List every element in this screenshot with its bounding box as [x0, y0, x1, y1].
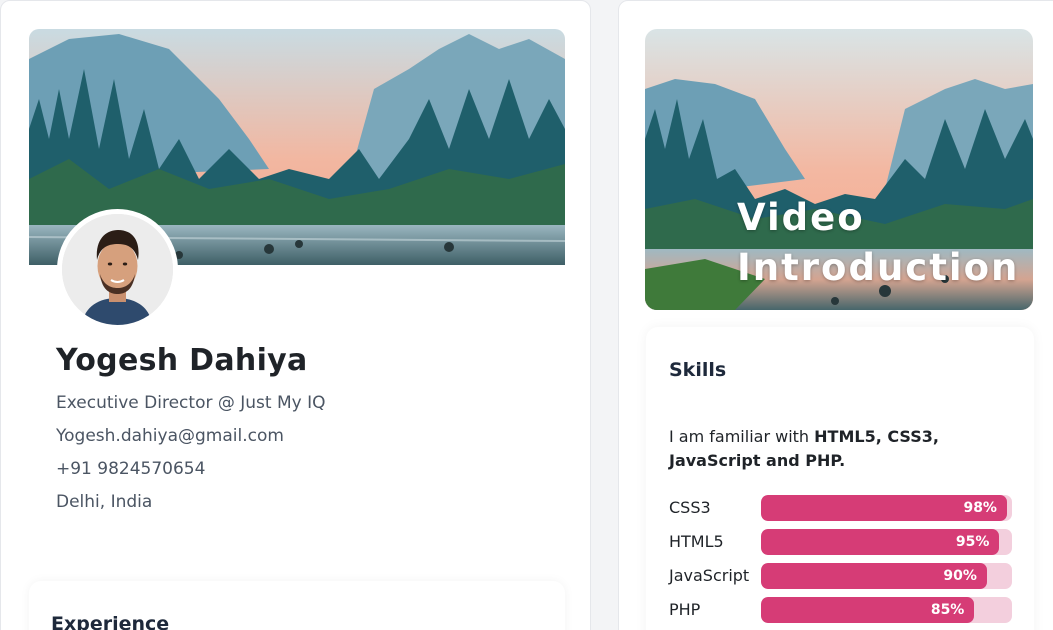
- skill-bar-fill: 98%: [761, 495, 1007, 521]
- skill-bar-track: 95%: [761, 529, 1012, 555]
- skills-card: Skills I am familiar with HTML5, CSS3, J…: [646, 327, 1034, 630]
- skill-bar-fill: 85%: [761, 597, 975, 623]
- skill-bar-track: 85%: [761, 597, 1012, 623]
- location-text: Delhi, India: [56, 492, 153, 512]
- skills-description: I am familiar with HTML5, CSS3, JavaScri…: [669, 425, 999, 473]
- email-text: Yogesh.dahiya@gmail.com: [56, 426, 284, 446]
- skill-row-php: PHP 85%: [669, 597, 1014, 623]
- skill-name: PHP: [669, 600, 701, 619]
- video-introduction[interactable]: Video Introduction: [645, 29, 1033, 310]
- video-title: Video Introduction: [737, 193, 1019, 293]
- skill-row-javascript: JavaScript 90%: [669, 563, 1014, 589]
- job-title: Executive Director @ Just My IQ: [56, 393, 326, 413]
- skill-percent: 85%: [930, 602, 965, 618]
- skills-heading: Skills: [669, 359, 727, 381]
- video-title-line1: Video: [737, 196, 865, 239]
- skill-name: JavaScript: [669, 566, 750, 585]
- skill-percent: 98%: [963, 500, 997, 516]
- avatar: [57, 209, 178, 330]
- experience-card: Experience: [29, 581, 565, 630]
- phone-text: +91 9824570654: [56, 459, 206, 479]
- video-title-line2: Introduction: [737, 246, 1020, 289]
- skill-name: HTML5: [669, 532, 724, 551]
- skill-row-css3: CSS3 98%: [669, 495, 1014, 521]
- skill-bar-track: 90%: [761, 563, 1012, 589]
- skill-name: CSS3: [669, 498, 711, 517]
- skill-bar-track: 98%: [761, 495, 1012, 521]
- skill-percent: 90%: [943, 568, 977, 584]
- profile-card: Yogesh Dahiya Executive Director @ Just …: [0, 0, 591, 630]
- skill-percent: 95%: [955, 534, 990, 550]
- skills-description-prefix: I am familiar with: [669, 427, 815, 446]
- skill-row-html5: HTML5 95%: [669, 529, 1014, 555]
- skill-bar-fill: 95%: [761, 529, 1000, 555]
- profile-name: Yogesh Dahiya: [56, 343, 308, 378]
- skill-bar-fill: 90%: [761, 563, 987, 589]
- right-card: Video Introduction Skills I am familiar …: [618, 0, 1053, 630]
- experience-heading: Experience: [51, 613, 170, 630]
